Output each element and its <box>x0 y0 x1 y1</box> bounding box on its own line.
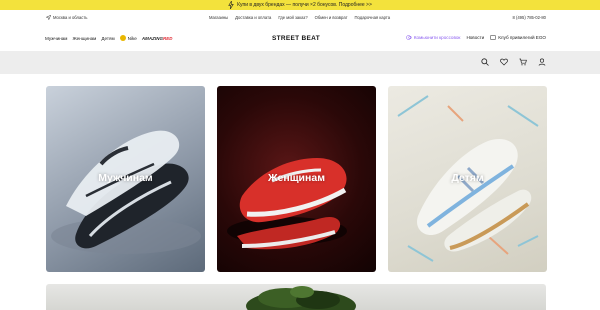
category-card-men[interactable]: Мужчинам <box>46 86 205 272</box>
nike-label: Nike <box>127 35 137 41</box>
category-card-women[interactable]: Женщинам <box>217 86 376 272</box>
community-label: Комьюнити кроссовок <box>413 35 461 40</box>
utility-links: Магазины Доставка и оплата Где мой заказ… <box>209 15 390 20</box>
user-icon[interactable] <box>538 58 546 66</box>
region-selector[interactable]: Москва и область <box>46 15 87 20</box>
top-utility-bar: Москва и область Магазины Доставка и опл… <box>0 10 600 27</box>
secondary-nav: Комьюнити кроссовок Новости Клуб привиле… <box>406 35 546 40</box>
link-order-status[interactable]: Где мой заказ? <box>278 15 307 20</box>
link-delivery[interactable]: Доставка и оплата <box>235 15 271 20</box>
amazing-label: AMAZING <box>141 35 163 41</box>
community-icon <box>406 35 412 40</box>
ticket-icon <box>490 35 497 40</box>
card-label-women: Женщинам <box>268 172 325 184</box>
nav-community[interactable]: Комьюнити кроссовок <box>406 35 461 40</box>
nav-news[interactable]: Новости <box>466 35 484 40</box>
nav-club[interactable]: Клуб привилегий EGO <box>490 35 546 40</box>
category-nav: Мужчинам Женщинам Детям Nike AMAZINGRED <box>45 35 173 41</box>
nav-women[interactable]: Женщинам <box>72 36 96 41</box>
card-label-kids: Детям <box>451 172 484 184</box>
nike-brand-icon <box>119 35 126 41</box>
category-card-kids[interactable]: Детям <box>388 86 547 272</box>
cart-icon[interactable] <box>519 58 527 66</box>
main-navigation: Мужчинам Женщинам Детям Nike AMAZINGRED … <box>0 27 600 51</box>
link-returns[interactable]: Обмен и возврат <box>315 15 348 20</box>
search-icon[interactable] <box>481 58 489 66</box>
nav-men[interactable]: Мужчинам <box>45 36 67 41</box>
header-actions <box>481 58 546 66</box>
banner-image <box>246 286 356 310</box>
red-label: RED <box>163 35 173 41</box>
lightning-icon <box>228 1 234 9</box>
nav-nike[interactable]: Nike <box>119 35 137 41</box>
hero-banner[interactable] <box>46 284 546 310</box>
region-label: Москва и область <box>53 15 88 20</box>
phone-number[interactable]: 8 (495) 785-02-80 <box>512 15 546 20</box>
location-arrow-icon <box>46 15 51 20</box>
site-logo[interactable]: STREET BEAT <box>272 35 320 42</box>
promo-bar[interactable]: Купи в двух брендах — получи ×2 бонусов.… <box>0 0 600 10</box>
promo-text[interactable]: Купи в двух брендах — получи ×2 бонусов.… <box>237 2 372 8</box>
heart-icon[interactable] <box>500 58 508 66</box>
action-strip <box>0 51 600 74</box>
link-gift-card[interactable]: Подарочная карта <box>355 15 391 20</box>
card-label-men: Мужчинам <box>98 172 153 184</box>
link-stores[interactable]: Магазины <box>209 15 228 20</box>
nav-amazing-red[interactable]: AMAZINGRED <box>142 36 173 41</box>
nav-kids[interactable]: Детям <box>101 36 114 41</box>
club-label: Клуб привилегий EGO <box>498 35 546 40</box>
